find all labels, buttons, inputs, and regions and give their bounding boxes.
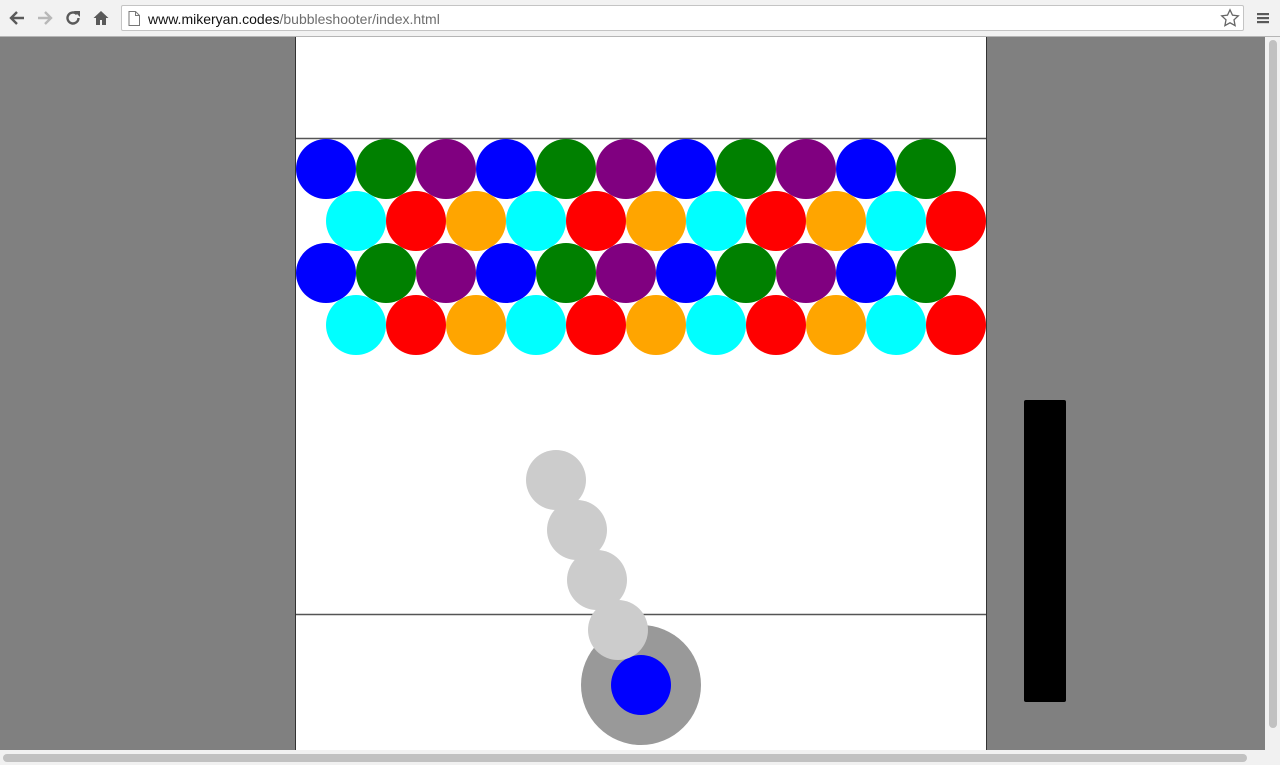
- reload-icon[interactable]: [62, 7, 84, 29]
- forward-icon[interactable]: [34, 7, 56, 29]
- bubble-purple: [776, 139, 836, 199]
- bubble-grid: [296, 139, 986, 355]
- bubble-cyan: [326, 295, 386, 355]
- power-meter: [1024, 400, 1066, 702]
- bubble-orange: [626, 295, 686, 355]
- game-board[interactable]: [295, 37, 987, 750]
- bubble-blue: [296, 139, 356, 199]
- bubble-blue: [656, 243, 716, 303]
- bubble-red: [926, 191, 986, 251]
- bubble-green: [536, 243, 596, 303]
- bookmark-star-icon[interactable]: [1220, 8, 1240, 33]
- bubble-green: [896, 139, 956, 199]
- vertical-scrollbar-thumb[interactable]: [1269, 40, 1277, 728]
- bubble-blue: [656, 139, 716, 199]
- page-icon: [128, 11, 140, 31]
- bubble-blue: [836, 139, 896, 199]
- bubble-green: [536, 139, 596, 199]
- bubble-cyan: [326, 191, 386, 251]
- bubble-green: [716, 139, 776, 199]
- url-text: www.mikeryan.codes/bubbleshooter/index.h…: [148, 10, 440, 28]
- bubble-green: [896, 243, 956, 303]
- bubble-red: [566, 295, 626, 355]
- horizontal-scrollbar-thumb[interactable]: [3, 754, 1247, 762]
- bubble-cyan: [506, 191, 566, 251]
- bubble-orange: [446, 191, 506, 251]
- bubble-purple: [596, 243, 656, 303]
- bubble-red: [746, 191, 806, 251]
- bubble-green: [356, 139, 416, 199]
- bubble-red: [926, 295, 986, 355]
- bubble-purple: [596, 139, 656, 199]
- bubble-cyan: [866, 191, 926, 251]
- bubble-green: [356, 243, 416, 303]
- url-host: www.mikeryan.codes: [148, 11, 280, 27]
- bubble-red: [566, 191, 626, 251]
- url-path: /bubbleshooter/index.html: [279, 11, 440, 27]
- bubble-green: [716, 243, 776, 303]
- menu-icon[interactable]: [1252, 7, 1274, 29]
- bubble-cyan: [506, 295, 566, 355]
- aim-trail: [526, 450, 648, 660]
- bubble-blue: [476, 243, 536, 303]
- address-bar[interactable]: www.mikeryan.codes/bubbleshooter/index.h…: [121, 5, 1244, 31]
- aim-trail-dot: [588, 600, 648, 660]
- bubble-blue: [296, 243, 356, 303]
- browser-toolbar: www.mikeryan.codes/bubbleshooter/index.h…: [0, 0, 1280, 37]
- bubble-orange: [806, 191, 866, 251]
- bubble-cyan: [686, 191, 746, 251]
- bubble-blue: [476, 139, 536, 199]
- bubble-orange: [806, 295, 866, 355]
- bubble-cyan: [866, 295, 926, 355]
- bubble-purple: [776, 243, 836, 303]
- home-icon[interactable]: [90, 7, 112, 29]
- back-icon[interactable]: [6, 7, 28, 29]
- bubble-purple: [416, 243, 476, 303]
- bubble-red: [386, 295, 446, 355]
- game-canvas[interactable]: [296, 37, 986, 750]
- bubble-cyan: [686, 295, 746, 355]
- bubble-blue: [836, 243, 896, 303]
- bubble-purple: [416, 139, 476, 199]
- loaded-bubble: [611, 655, 671, 715]
- bubble-orange: [626, 191, 686, 251]
- bubble-red: [386, 191, 446, 251]
- bubble-red: [746, 295, 806, 355]
- bubble-orange: [446, 295, 506, 355]
